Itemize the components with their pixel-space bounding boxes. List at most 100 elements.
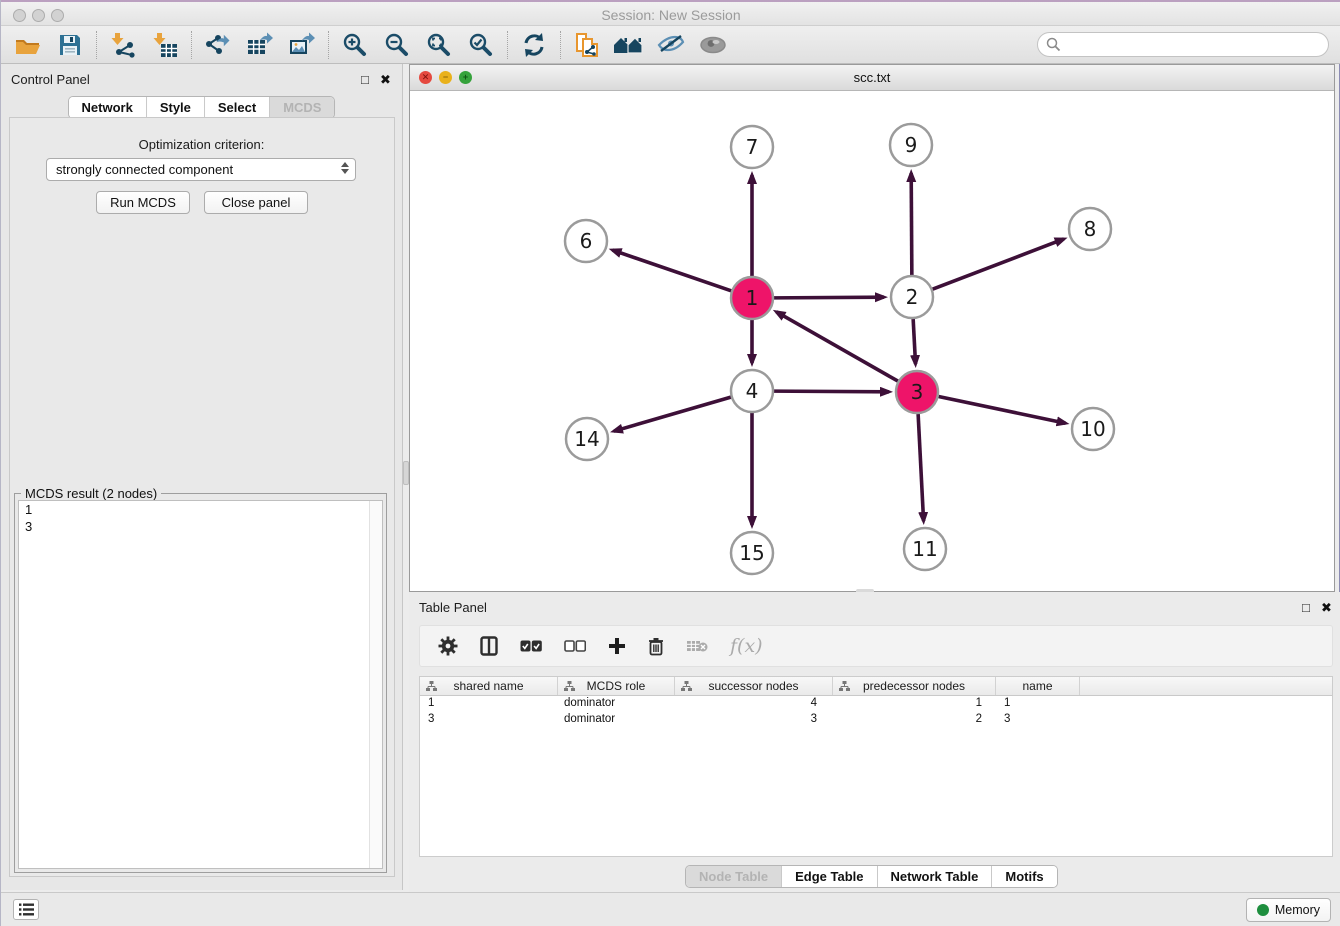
graph-edge-2-8[interactable]	[933, 239, 1064, 289]
graph-edge-2-3[interactable]	[913, 319, 915, 364]
network-window-titlebar[interactable]: ✕ − + scc.txt	[410, 65, 1334, 91]
graph-node-label: 4	[746, 379, 759, 403]
node-table[interactable]: shared name MCDS role successor nodes pr…	[419, 676, 1333, 857]
column-header-successor-nodes[interactable]: successor nodes	[675, 677, 833, 695]
function-builder-button[interactable]: f(x)	[730, 635, 763, 657]
cell-shared-name[interactable]: 3	[420, 712, 558, 728]
network-window-title: scc.txt	[410, 70, 1334, 85]
mcds-result-item[interactable]: 1	[19, 501, 382, 518]
graph-edge-3-1[interactable]	[776, 312, 898, 381]
table-settings-button[interactable]	[438, 636, 458, 656]
zoom-selected-button[interactable]	[460, 29, 502, 61]
graph-edge-3-11[interactable]	[918, 414, 923, 521]
hide-selected-button[interactable]	[650, 29, 692, 61]
open-folder-icon	[14, 33, 42, 57]
export-network-icon	[204, 32, 232, 58]
cell-successor-nodes[interactable]: 4	[675, 696, 833, 712]
zoom-out-button[interactable]	[376, 29, 418, 61]
cell-successor-nodes[interactable]: 3	[675, 712, 833, 728]
tab-edge-table[interactable]: Edge Table	[781, 866, 876, 887]
splitter-handle[interactable]	[403, 461, 409, 485]
export-network-button[interactable]	[197, 29, 239, 61]
cell-mcds-role[interactable]: dominator	[558, 712, 675, 728]
column-header-predecessor-nodes[interactable]: predecessor nodes	[833, 677, 996, 695]
tab-network[interactable]: Network	[69, 97, 146, 118]
open-session-button[interactable]	[7, 29, 49, 61]
save-session-button[interactable]	[49, 29, 91, 61]
column-header-mcds-role[interactable]: MCDS role	[558, 677, 675, 695]
column-panel-button[interactable]	[480, 636, 498, 656]
deselect-all-button[interactable]	[564, 640, 586, 652]
log-console-button[interactable]	[13, 899, 39, 920]
cell-predecessor-nodes[interactable]: 1	[833, 696, 996, 712]
mcds-result-scrollbar[interactable]	[369, 501, 382, 868]
graph-edge-4-3[interactable]	[774, 391, 889, 392]
close-panel-button[interactable]: Close panel	[204, 191, 308, 214]
table-row[interactable]: 1 dominator 4 1 1	[420, 696, 1332, 712]
graph-edge-1-2[interactable]	[774, 297, 884, 298]
zoom-fit-button[interactable]	[418, 29, 460, 61]
import-table-button[interactable]	[144, 29, 186, 61]
close-table-panel-icon[interactable]: ✖	[1321, 600, 1332, 616]
mcds-result-fieldset: MCDS result (2 nodes) 1 3	[14, 493, 387, 873]
tab-select[interactable]: Select	[204, 97, 269, 118]
zoom-in-button[interactable]	[334, 29, 376, 61]
zoom-fit-icon	[426, 32, 452, 58]
criterion-dropdown[interactable]: strongly connected component	[46, 158, 356, 181]
table-panel-title: Table Panel	[419, 600, 487, 615]
select-all-button[interactable]	[520, 640, 542, 652]
table-panel: Table Panel □ ✖	[409, 592, 1340, 892]
search-input[interactable]	[1066, 37, 1328, 52]
show-all-button[interactable]	[692, 29, 734, 61]
column-header-name[interactable]: name	[996, 677, 1080, 695]
first-neighbors-button[interactable]	[608, 29, 650, 61]
graph-edge-4-14[interactable]	[614, 397, 731, 431]
cell-mcds-role[interactable]: dominator	[558, 696, 675, 712]
eye-slash-icon	[656, 34, 686, 56]
export-image-icon	[288, 32, 316, 58]
close-panel-icon[interactable]: ✖	[380, 72, 391, 88]
import-network-button[interactable]	[102, 29, 144, 61]
cell-shared-name[interactable]: 1	[420, 696, 558, 712]
hierarchy-icon	[681, 681, 692, 692]
export-image-button[interactable]	[281, 29, 323, 61]
memory-status-icon	[1257, 904, 1269, 916]
table-row[interactable]: 3 dominator 3 2 3	[420, 712, 1332, 728]
run-mcds-button[interactable]: Run MCDS	[96, 191, 190, 214]
memory-button[interactable]: Memory	[1246, 898, 1331, 922]
delete-table-button[interactable]	[686, 639, 708, 653]
export-table-button[interactable]	[239, 29, 281, 61]
network-graph[interactable]: 7968124314101511	[410, 91, 1334, 591]
hierarchy-icon	[564, 681, 575, 692]
column-header-shared-name[interactable]: shared name	[420, 677, 558, 695]
clone-network-button[interactable]	[566, 29, 608, 61]
cell-name[interactable]: 3	[996, 712, 1080, 728]
graph-edge-2-9[interactable]	[911, 173, 912, 275]
tab-style[interactable]: Style	[146, 97, 204, 118]
graph-edge-3-10[interactable]	[939, 397, 1066, 424]
delete-column-button[interactable]	[648, 637, 664, 656]
tab-motifs[interactable]: Motifs	[991, 866, 1056, 887]
import-table-icon	[152, 32, 178, 58]
tab-mcds[interactable]: MCDS	[269, 97, 334, 118]
tab-node-table[interactable]: Node Table	[686, 866, 781, 887]
network-canvas[interactable]: 7968124314101511	[410, 91, 1334, 591]
refresh-view-button[interactable]	[513, 29, 555, 61]
cell-predecessor-nodes[interactable]: 2	[833, 712, 996, 728]
mcds-result-list[interactable]: 1 3	[18, 500, 383, 869]
search-field[interactable]	[1037, 32, 1329, 57]
status-bar: Memory	[1, 892, 1340, 926]
graph-edge-1-6[interactable]	[612, 250, 731, 291]
float-table-panel-icon[interactable]: □	[1302, 600, 1310, 615]
refresh-icon	[521, 32, 547, 58]
table-tabs: Node Table Edge Table Network Table Moti…	[685, 865, 1058, 888]
export-table-icon	[246, 32, 274, 58]
mcds-result-item[interactable]: 3	[19, 518, 382, 535]
cell-name[interactable]: 1	[996, 696, 1080, 712]
eye-icon	[698, 35, 728, 55]
float-panel-icon[interactable]: □	[361, 72, 369, 87]
clone-network-icon	[574, 31, 600, 59]
zoom-selected-icon	[468, 32, 494, 58]
tab-network-table[interactable]: Network Table	[877, 866, 992, 887]
add-column-button[interactable]	[608, 637, 626, 655]
